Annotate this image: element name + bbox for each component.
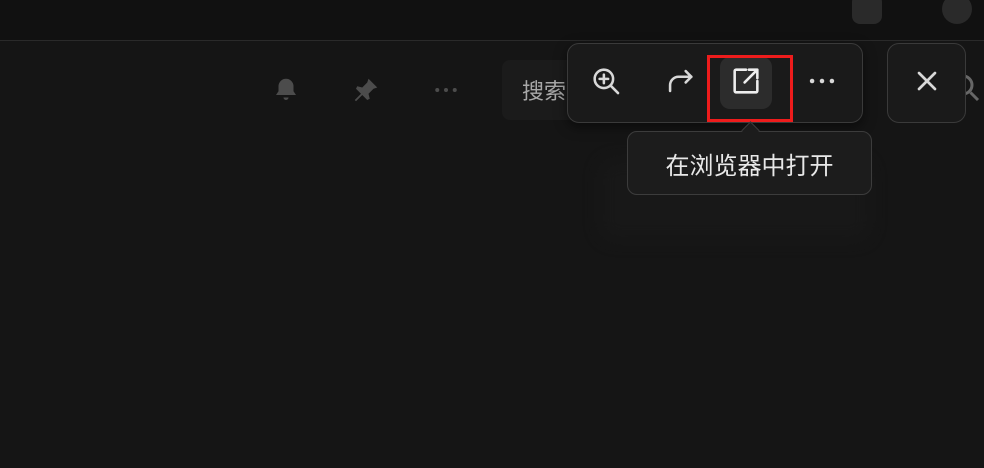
top-bar	[0, 0, 984, 41]
tooltip: 在浏览器中打开	[627, 131, 872, 195]
more-icon[interactable]	[428, 72, 464, 108]
highlight-box	[707, 55, 793, 122]
search-placeholder: 搜索	[522, 80, 567, 105]
share-button[interactable]	[654, 57, 706, 109]
pin-icon[interactable]	[348, 72, 384, 108]
zoom-in-button[interactable]	[580, 57, 632, 109]
bell-icon[interactable]	[268, 72, 304, 108]
share-arrow-icon	[663, 64, 697, 102]
more-horizontal-icon	[805, 64, 839, 102]
more-options-button[interactable]	[796, 57, 848, 109]
tooltip-text: 在浏览器中打开	[665, 151, 834, 180]
close-icon	[911, 65, 943, 101]
close-button[interactable]	[887, 43, 966, 123]
app-icon[interactable]	[852, 0, 882, 24]
zoom-in-icon	[589, 64, 623, 102]
